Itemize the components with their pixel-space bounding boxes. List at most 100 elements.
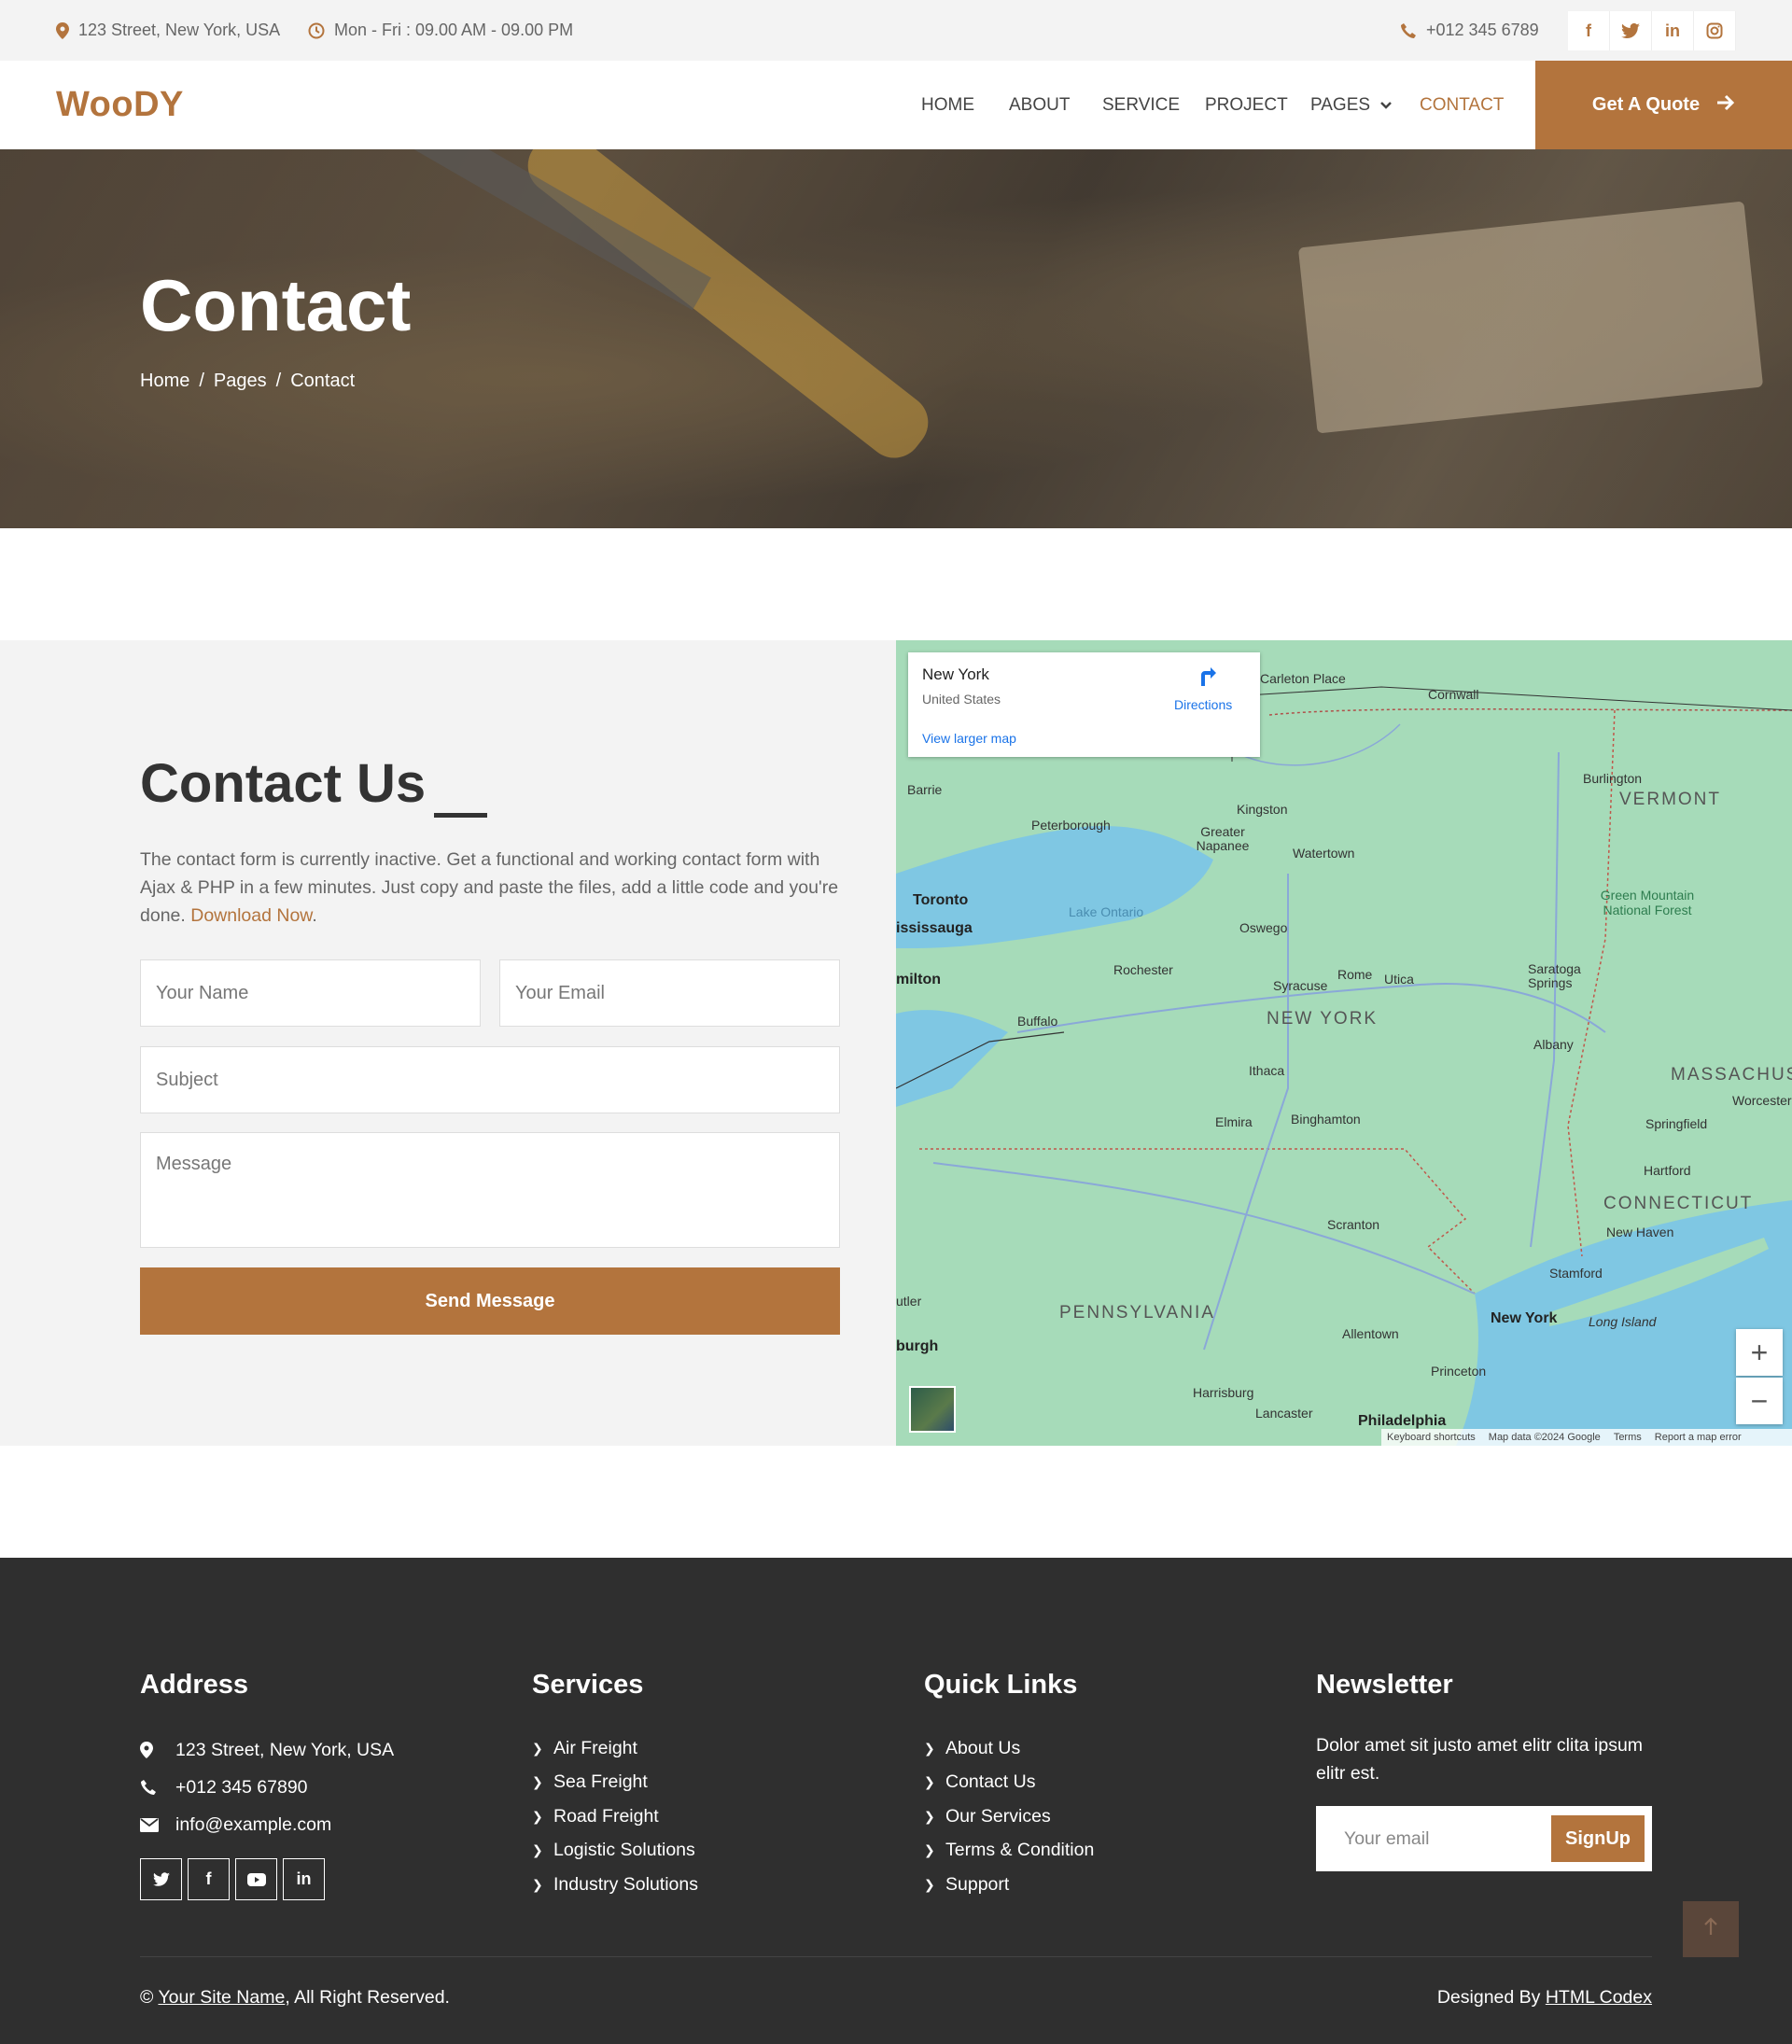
map-label-connecticut: CONNECTICUT [1603,1194,1754,1213]
footer-service-label: Road Freight [553,1805,659,1827]
footer-quick-link[interactable]: ❯ Contact Us [924,1766,1094,1800]
top-bar: 123 Street, New York, USA Mon - Fri : 09… [0,0,1792,61]
youtube-icon[interactable] [235,1858,277,1900]
facebook-icon[interactable]: f [188,1858,230,1900]
map-label-philadelphia: Philadelphia [1358,1413,1447,1429]
footer-service-link[interactable]: ❯ Logistic Solutions [532,1834,698,1869]
topbar-phone-text: +012 345 6789 [1426,21,1539,39]
breadcrumb-current: Contact [290,371,356,391]
instagram-icon[interactable] [1694,11,1736,50]
map-layer-toggle[interactable] [909,1386,956,1433]
footer-quick-link[interactable]: ❯ About Us [924,1731,1094,1766]
message-field[interactable]: Message [140,1132,840,1248]
report-map-error-link[interactable]: Report a map error [1655,1432,1742,1443]
download-now-link[interactable]: Download Now [190,905,312,926]
footer-service-label: Industry Solutions [553,1873,699,1895]
signup-button[interactable]: SignUp [1551,1815,1645,1862]
map-label-greater-napanee: Greater Napanee [1196,824,1250,853]
footer-service-link[interactable]: ❯ Air Freight [532,1731,698,1766]
email-field[interactable]: Your Email [499,959,840,1027]
twitter-icon[interactable] [140,1858,182,1900]
view-larger-map-link[interactable]: View larger map [922,731,1016,746]
newsletter-email-input[interactable]: Your email [1344,1806,1429,1871]
footer-address: Address 123 Street, New York, USA +012 3… [140,1670,394,1900]
contact-description-end: . [312,905,317,926]
map-label-rome: Rome [1337,967,1373,982]
contact-title: Contact Us [140,753,427,814]
topbar-hours-text: Mon - Fri : 09.00 AM - 09.00 PM [334,21,574,39]
map-label-toronto: Toronto [913,892,969,908]
map-label-vermont: VERMONT [1619,790,1721,809]
nav-pages-label: PAGES [1310,94,1371,115]
twitter-icon[interactable] [1610,11,1652,50]
map-label-barrie: Barrie [907,782,943,797]
breadcrumb-home[interactable]: Home [140,371,189,392]
phone-icon [140,1779,175,1796]
footer-service-link[interactable]: ❯ Road Freight [532,1799,698,1834]
navbar: WooDY HOME ABOUT SERVICE PROJECT PAGES C… [0,61,1792,149]
back-to-top-button[interactable] [1683,1901,1739,1957]
footer-quick-links: Quick Links ❯ About Us ❯ Contact Us ❯ Our S… [924,1670,1094,1902]
designer-link[interactable]: HTML Codex [1546,1987,1652,2008]
site-name-link[interactable]: Your Site Name [158,1987,285,2008]
google-map[interactable]: New York United States Directions View l… [896,640,1792,1446]
footer-services-title: Services [532,1670,644,1700]
linkedin-icon[interactable]: in [1652,11,1694,50]
breadcrumb-pages[interactable]: Pages [214,371,267,392]
map-label-burlington: Burlington [1583,771,1643,786]
footer-quick-links-title: Quick Links [924,1670,1078,1700]
map-label-butler: utler [896,1294,922,1309]
map-label-worcester: Worcester [1732,1093,1792,1108]
copyright: © Your Site Name, All Right Reserved. [140,1987,450,2009]
name-field[interactable]: Your Name [140,959,481,1027]
map-label-utica: Utica [1384,972,1414,987]
facebook-icon[interactable]: f [1568,11,1610,50]
topbar-phone[interactable]: +012 345 6789 [1400,0,1539,61]
nav-service[interactable]: SERVICE [1102,95,1180,116]
chevron-right-icon: ❯ [532,1808,543,1824]
nav-about[interactable]: ABOUT [1009,95,1070,116]
map-label-rochester: Rochester [1113,962,1173,977]
get-quote-button[interactable]: Get A Quote [1535,61,1792,149]
nav-home[interactable]: HOME [921,95,974,116]
send-message-button[interactable]: Send Message [140,1267,840,1335]
footer-service-label: Sea Freight [553,1771,648,1793]
footer-service-link[interactable]: ❯ Industry Solutions [532,1868,698,1902]
map-label-new-haven: New Haven [1606,1225,1674,1239]
subject-field[interactable]: Subject [140,1046,840,1113]
zoom-out-button[interactable]: − [1736,1378,1783,1424]
footer-quick-link[interactable]: ❯ Terms & Condition [924,1834,1094,1869]
topbar-address-text: 123 Street, New York, USA [78,21,281,39]
map-label-carleton-place: Carleton Place [1260,671,1346,686]
nav-contact[interactable]: CONTACT [1420,95,1504,116]
footer-quick-link-label: Support [945,1873,1010,1895]
footer-service-link[interactable]: ❯ Sea Freight [532,1766,698,1800]
map-label-hartford: Hartford [1644,1163,1691,1178]
map-label-albany: Albany [1533,1037,1574,1052]
get-quote-label: Get A Quote [1591,94,1701,115]
hero-background-block [1297,201,1764,434]
map-label-oswego: Oswego [1239,920,1288,935]
footer-street: 123 Street, New York, USA [140,1731,394,1769]
breadcrumb-separator: / [199,371,204,391]
nav-project[interactable]: PROJECT [1205,95,1288,116]
map-info-card: New York United States Directions View l… [908,652,1260,757]
linkedin-icon[interactable]: in [283,1858,325,1900]
directions-link[interactable]: Directions [1174,697,1232,712]
map-attribution: Keyboard shortcuts Map data ©2024 Google… [1381,1429,1792,1446]
map-label-cornwall: Cornwall [1428,687,1479,702]
copyright-symbol: © [140,1987,154,2008]
keyboard-shortcuts-link[interactable]: Keyboard shortcuts [1387,1432,1476,1443]
nav-pages[interactable]: PAGES [1310,94,1393,116]
footer-service-label: Air Freight [553,1737,637,1758]
phone-icon [1400,22,1417,39]
footer-quick-link[interactable]: ❯ Our Services [924,1799,1094,1834]
brand-logo[interactable]: WooDY [56,61,184,149]
directions-icon[interactable] [1197,665,1220,696]
page-title: Contact [140,264,412,346]
zoom-in-button[interactable]: + [1736,1329,1783,1376]
footer-quick-link[interactable]: ❯ Support [924,1868,1094,1902]
chevron-right-icon: ❯ [924,1774,935,1790]
terms-link[interactable]: Terms [1614,1432,1642,1443]
footer-address-title: Address [140,1670,249,1700]
